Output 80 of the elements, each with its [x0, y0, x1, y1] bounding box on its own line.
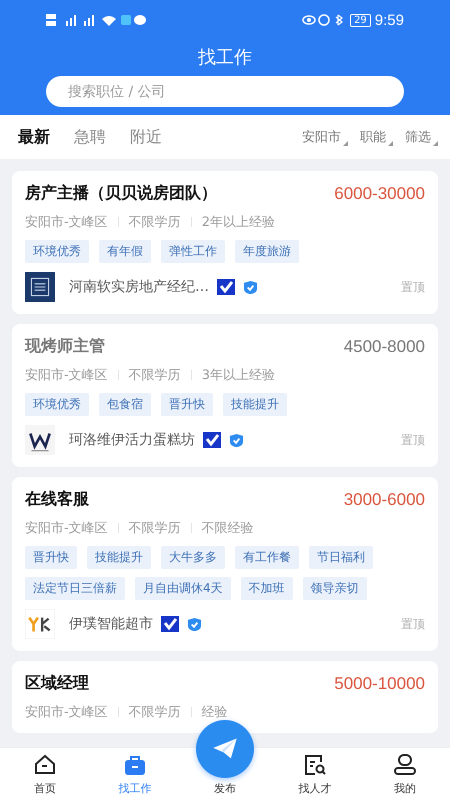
filter-dropdown[interactable]: 职能: [360, 128, 393, 146]
caret-icon: [388, 141, 393, 146]
salary: 6000-30000: [334, 184, 425, 204]
benefit-tag: 年度旅游: [235, 240, 299, 263]
company-name: 珂洛维伊活力蛋糕坊: [69, 431, 195, 449]
benefit-tag: 弹性工作: [161, 240, 225, 263]
briefcase-icon: [123, 753, 147, 777]
pinned-label: 置顶: [401, 616, 425, 632]
battery-level: 29: [350, 14, 371, 26]
job-requirement: 安阳市-文峰区: [25, 704, 108, 721]
benefit-tag: 环境优秀: [25, 240, 89, 263]
home-icon: [33, 753, 57, 777]
verified-icon: [203, 432, 221, 448]
job-card[interactable]: 区域经理 5000-10000 安阳市-文峰区 不限学历 经验: [12, 661, 438, 733]
benefit-tag: 晋升快: [25, 546, 77, 569]
job-requirement: 不限学历: [128, 704, 181, 721]
benefit-tag: 晋升快: [161, 393, 213, 416]
job-requirement: 经验: [202, 704, 228, 721]
job-card[interactable]: 房产主播（贝贝说房团队） 6000-30000 安阳市-文峰区 不限学历 2年以上经验 环境优秀 有年假 弹性工作 年度旅游 河南软实房地产经纪… 置顶: [12, 171, 438, 314]
document-search-icon: [303, 753, 327, 777]
status-time: 9:59: [374, 12, 404, 28]
person-icon: [393, 753, 417, 777]
shield-check-icon: [187, 616, 202, 632]
pinned-label: 置顶: [401, 278, 425, 296]
benefit-tag: 不加班: [240, 577, 293, 600]
job-requirement: 安阳市-文峰区: [25, 367, 108, 384]
signal-icon: [46, 13, 146, 27]
job-requirement: 不限学历: [128, 214, 181, 231]
tab[interactable]: 急聘: [74, 126, 106, 148]
tab[interactable]: 最新: [18, 126, 50, 148]
filter-dropdown[interactable]: 安阳市: [302, 128, 348, 146]
salary: 4500-8000: [344, 336, 425, 356]
job-card[interactable]: 在线客服 3000-6000 安阳市-文峰区 不限学历 不限经验 晋升快 技能提升 大牛多多 有工作餐 节日福利 法定节日三倍薪 月自由调休4天 不加班 领导亲切 伊璞智能超市 置顶: [12, 477, 438, 651]
benefit-tag: 技能提升: [223, 393, 287, 416]
job-card[interactable]: 现烤师主管 4500-8000 安阳市-文峰区 不限学历 3年以上经验 环境优秀 包食宿 晋升快 技能提升 珂洛维伊活力蛋糕坊 置顶: [12, 324, 438, 467]
job-title: 房产主播（贝贝说房团队）: [25, 183, 217, 204]
job-title: 在线客服: [25, 489, 89, 510]
logo-icon: [25, 425, 55, 455]
tab[interactable]: 附近: [130, 126, 162, 148]
filter-dropdown[interactable]: 筛选: [405, 128, 438, 146]
verified-icon: [161, 616, 179, 632]
shield-check-icon: [243, 280, 258, 294]
nav-item[interactable]: 我的: [360, 748, 450, 800]
job-requirement: 不限经验: [202, 520, 254, 537]
job-requirement: 2年以上经验: [202, 214, 275, 231]
benefit-tag: 技能提升: [87, 546, 151, 569]
benefit-tag: 有工作餐: [235, 546, 299, 569]
page-title: 找工作: [198, 46, 252, 70]
benefit-tag: 有年假: [99, 240, 151, 263]
search-field[interactable]: 搜索职位 / 公司: [46, 76, 404, 107]
publish-label[interactable]: 发布: [214, 781, 236, 796]
nav-item[interactable]: 首页: [0, 748, 90, 800]
benefit-tag: 大牛多多: [161, 546, 225, 569]
benefit-tag: 节日福利: [309, 546, 373, 569]
logo-icon: [25, 272, 55, 302]
job-requirement: 不限学历: [128, 520, 181, 537]
publish-button[interactable]: [196, 720, 254, 778]
benefit-tag: 领导亲切: [302, 577, 367, 600]
benefit-tag: 法定节日三倍薪: [25, 577, 125, 600]
caret-icon: [433, 141, 438, 146]
nav-item[interactable]: 找人才: [270, 748, 360, 800]
job-requirement: 安阳市-文峰区: [25, 214, 108, 231]
job-title: 区域经理: [25, 673, 89, 694]
benefit-tag: 月自由调休4天: [135, 577, 231, 600]
benefit-tag: 包食宿: [99, 393, 151, 416]
job-requirement: 3年以上经验: [202, 367, 275, 384]
company-name: 河南软实房地产经纪…: [69, 278, 209, 296]
logo-icon: [25, 609, 55, 639]
salary: 3000-6000: [344, 490, 425, 510]
job-title: 现烤师主管: [25, 336, 105, 357]
salary: 5000-10000: [334, 674, 425, 694]
shield-check-icon: [229, 432, 244, 448]
caret-icon: [343, 141, 348, 146]
benefit-tag: 环境优秀: [25, 393, 89, 416]
company-name: 伊璞智能超市: [69, 615, 153, 633]
job-requirement: 安阳市-文峰区: [25, 520, 108, 537]
job-requirement: 不限学历: [128, 367, 181, 384]
pinned-label: 置顶: [401, 432, 425, 448]
nav-item[interactable]: 找工作: [90, 748, 180, 800]
verified-icon: [217, 279, 235, 295]
